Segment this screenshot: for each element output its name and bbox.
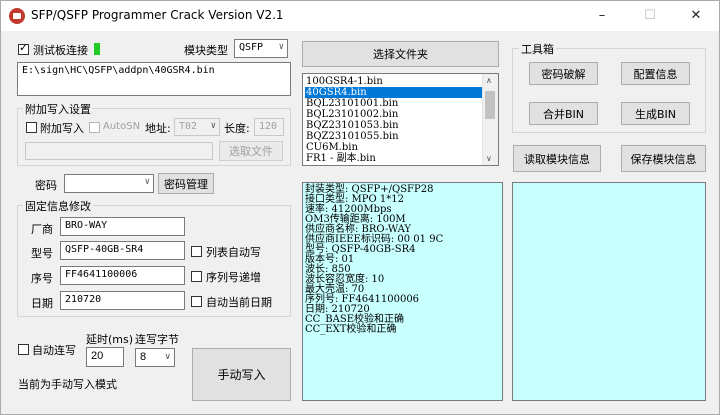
file-list-item[interactable]: 100GSR4-1.bin xyxy=(305,76,484,87)
model-field[interactable]: QSFP-40GB-SR4 xyxy=(60,241,185,260)
app-window: SFP/QSFP Programmer Crack Version V2.1 –… xyxy=(0,0,720,415)
auto-date-checkbox[interactable] xyxy=(191,296,202,307)
length-label: 长度: xyxy=(224,122,250,135)
auto-write-label: 自动连写 xyxy=(32,344,76,357)
close-button[interactable]: ✕ xyxy=(673,1,719,31)
model-label: 型号 xyxy=(31,247,53,260)
password-select[interactable]: ∨ xyxy=(64,174,154,193)
attach-file-path-field[interactable] xyxy=(25,142,213,160)
auto-date-label: 自动当前日期 xyxy=(206,296,272,309)
maximize-button[interactable]: ☐ xyxy=(627,1,673,31)
app-logo-icon xyxy=(9,8,25,24)
list-auto-write-label: 列表自动写 xyxy=(206,246,261,259)
serial-field[interactable]: FF4641100006 xyxy=(60,266,185,285)
bytes-value: 8 xyxy=(140,351,147,363)
auto-write-checkbox[interactable] xyxy=(18,344,29,355)
chevron-down-icon[interactable]: ∨ xyxy=(486,154,492,163)
chevron-down-icon: ∨ xyxy=(144,177,150,187)
file-list-item[interactable]: CU6M.bin xyxy=(305,142,484,153)
file-list-item[interactable]: BQZ23101055.bin xyxy=(305,131,484,142)
select-folder-button[interactable]: 选择文件夹 xyxy=(302,41,499,67)
module-info-panel[interactable]: 封装类型: QSFP+/QSFP28 接口类型: MPO 1*12 速率: 41… xyxy=(302,182,503,401)
manual-write-button[interactable]: 手动写入 xyxy=(192,348,291,401)
attach-write-group-title: 附加写入设置 xyxy=(23,101,93,117)
serial-label: 序号 xyxy=(31,272,53,285)
save-module-button[interactable]: 保存模块信息 xyxy=(621,145,706,172)
file-list-item[interactable]: BQZ23101053.bin xyxy=(305,120,484,131)
attach-write-label: 附加写入 xyxy=(40,122,84,135)
file-list[interactable]: 100GSR4-1.bin 40GSR4.bin BQL23101001.bin… xyxy=(302,73,499,166)
date-field[interactable]: 210720 xyxy=(60,291,185,310)
autosn-checkbox[interactable] xyxy=(89,122,100,133)
window-title: SFP/QSFP Programmer Crack Version V2.1 xyxy=(31,8,284,22)
read-module-button[interactable]: 读取模块信息 xyxy=(513,145,601,172)
attach-write-checkbox[interactable] xyxy=(26,122,37,133)
scrollbar-thumb[interactable] xyxy=(485,91,495,119)
test-board-label: 测试板连接 xyxy=(33,44,88,57)
select-file-button[interactable]: 选取文件 xyxy=(219,141,283,161)
file-list-item-selected[interactable]: 40GSR4.bin xyxy=(305,87,484,98)
date-label: 日期 xyxy=(31,297,53,310)
chevron-down-icon: ∨ xyxy=(210,121,216,131)
merge-bin-button[interactable]: 合并BIN xyxy=(529,102,598,125)
test-board-checkbox[interactable] xyxy=(18,41,29,55)
address-value: T02 xyxy=(179,121,198,132)
bytes-label: 连写字节 xyxy=(135,333,179,346)
length-field[interactable]: 120 xyxy=(254,118,284,136)
list-auto-write-checkbox[interactable] xyxy=(191,246,202,257)
fixed-info-group-title: 固定信息修改 xyxy=(23,198,93,214)
address-select[interactable]: T02 ∨ xyxy=(174,118,220,136)
connection-status-indicator xyxy=(94,43,100,55)
vendor-field[interactable]: BRO-WAY xyxy=(60,217,185,236)
module-type-select[interactable]: QSFP ∨ xyxy=(234,39,288,58)
password-label: 密码 xyxy=(35,179,57,192)
file-list-item[interactable]: FR1 - 副本.bin xyxy=(305,153,484,164)
crack-password-button[interactable]: 密码破解 xyxy=(529,62,598,85)
module-type-value: QSFP xyxy=(239,42,264,53)
file-path-field[interactable]: E:\sign\HC\QSFP\addpn\40GSR4.bin xyxy=(17,62,291,96)
config-info-button[interactable]: 配置信息 xyxy=(621,62,690,85)
address-label: 地址: xyxy=(145,122,171,135)
file-list-item[interactable]: BQL23101001.bin xyxy=(305,98,484,109)
delay-field[interactable]: 20 xyxy=(86,347,124,367)
write-mode-status: 当前为手动写入模式 xyxy=(18,378,117,391)
secondary-info-panel[interactable] xyxy=(512,182,706,401)
chevron-down-icon: ∨ xyxy=(164,351,171,361)
delay-label: 延时(ms) xyxy=(86,333,134,346)
chevron-down-icon: ∨ xyxy=(278,42,284,52)
generate-bin-button[interactable]: 生成BIN xyxy=(621,102,690,125)
file-list-item[interactable]: BQL23101002.bin xyxy=(305,109,484,120)
serial-increment-label: 序列号递增 xyxy=(206,271,261,284)
vendor-label: 厂商 xyxy=(31,223,53,236)
title-bar: SFP/QSFP Programmer Crack Version V2.1 –… xyxy=(1,1,719,31)
toolbox-group-title: 工具箱 xyxy=(519,41,556,57)
autosn-label: AutoSN xyxy=(103,121,141,132)
bytes-select[interactable]: 8 ∨ xyxy=(135,348,175,367)
minimize-button[interactable]: – xyxy=(579,1,625,31)
module-info-line: CC_EXT校验和正确 xyxy=(305,324,397,335)
password-manage-button[interactable]: 密码管理 xyxy=(158,173,214,194)
file-list-scrollbar[interactable]: ∧ ∨ xyxy=(482,74,498,165)
serial-increment-checkbox[interactable] xyxy=(191,271,202,282)
module-type-label: 模块类型 xyxy=(184,44,228,57)
chevron-up-icon[interactable]: ∧ xyxy=(486,76,492,85)
